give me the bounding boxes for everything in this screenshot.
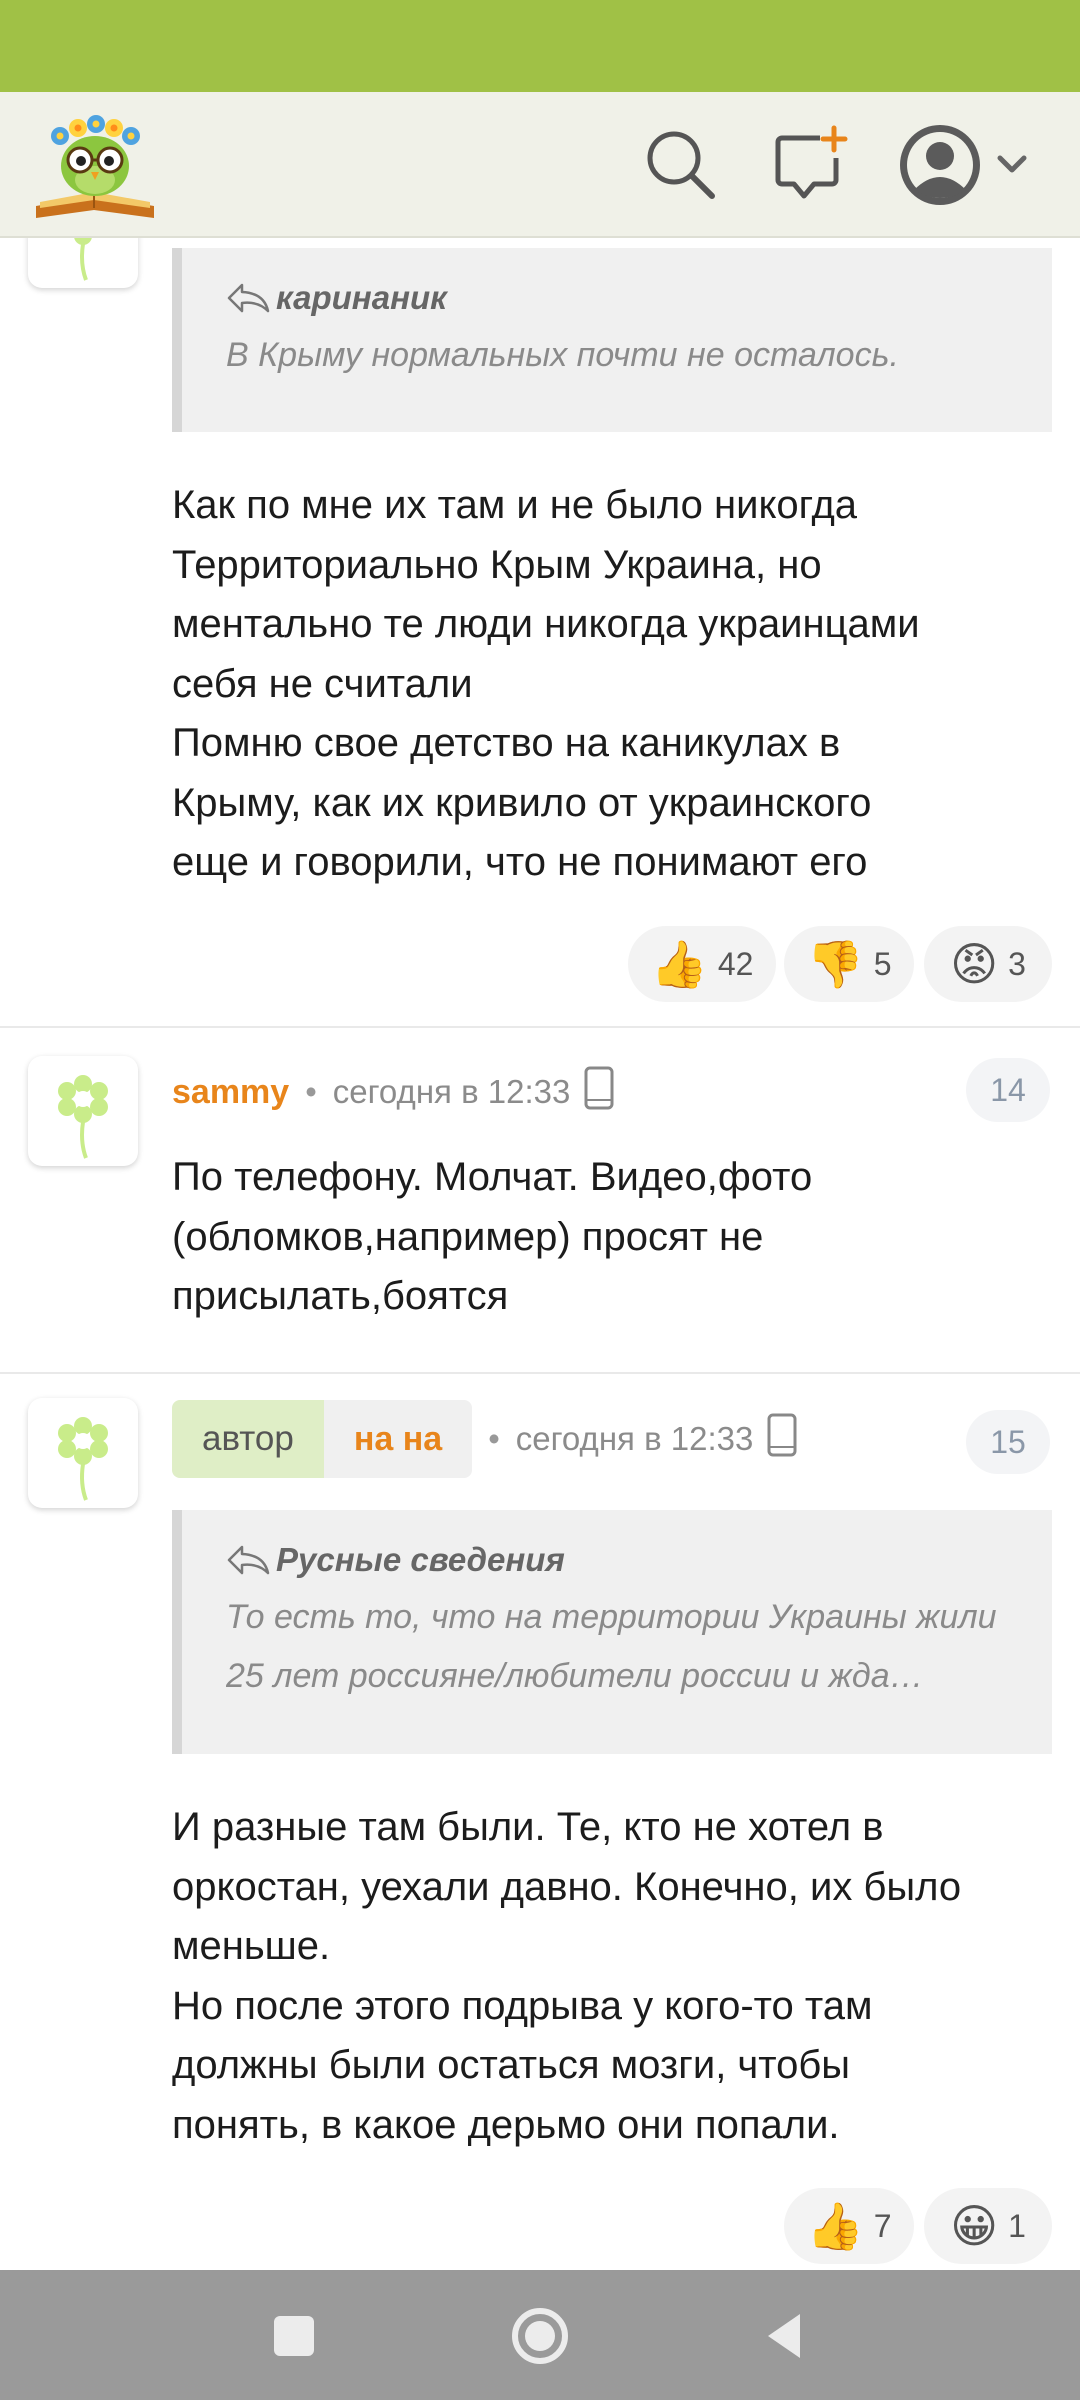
comments-feed[interactable]: каринаник В Крыму нормальных почти не ос… — [0, 238, 1080, 2270]
author-badge[interactable]: автор на на — [172, 1400, 473, 1478]
comment-meta: автор на на • сегодня в 12:33 — [172, 1400, 797, 1478]
profile-menu-button[interactable] — [898, 120, 1038, 210]
quote-author: Русные сведения — [226, 1540, 1052, 1580]
separator-dot: • — [488, 1420, 500, 1457]
author-label: автор — [172, 1400, 324, 1478]
status-bar — [0, 0, 1080, 92]
reply-arrow-icon — [227, 283, 270, 313]
quote-author-name: каринаник — [276, 279, 447, 316]
reaction-count: 5 — [873, 945, 892, 982]
home-button[interactable] — [508, 2304, 572, 2368]
grinning-face-icon: 😀 — [950, 2200, 999, 2252]
comment-time: сегодня в 12:33 — [332, 1073, 571, 1110]
search-icon — [647, 131, 715, 199]
user-avatar-icon — [900, 125, 980, 205]
reply-quote[interactable]: Русные сведения То есть то, что на терри… — [172, 1510, 1052, 1754]
reaction-count: 1 — [1008, 2207, 1026, 2244]
comment-text: По телефону. Молчат. Видео,фото (обломко… — [172, 1155, 813, 1318]
new-post-icon — [775, 125, 848, 199]
reaction-dislike-button[interactable]: 👎 5 — [784, 926, 914, 1002]
comment-time: сегодня в 12:33 — [515, 1420, 754, 1457]
reaction-count: 7 — [873, 2207, 892, 2244]
back-button[interactable] — [754, 2304, 818, 2368]
chevron-down-icon — [997, 155, 1027, 173]
username[interactable]: sammy — [172, 1073, 289, 1112]
reaction-like-button[interactable]: 👍 42 — [628, 926, 776, 1002]
avatar[interactable] — [28, 238, 138, 288]
angry-face-icon: 😡 — [950, 938, 999, 990]
reaction-count: 3 — [1008, 945, 1026, 982]
quote-text: В Крыму нормальных почти не осталось. — [226, 336, 899, 374]
mobile-device-icon — [767, 1413, 797, 1465]
username: на на — [323, 1400, 473, 1478]
recents-button[interactable] — [262, 2304, 326, 2368]
search-button[interactable] — [640, 124, 720, 204]
thumbs-up-icon: 👍 — [650, 938, 708, 990]
comment-number[interactable]: 15 — [966, 1410, 1050, 1474]
divider — [0, 1372, 1080, 1374]
app-header — [0, 92, 1080, 238]
owl-book-logo[interactable] — [30, 108, 160, 222]
quote-text: 25 лет россияне/любители россии и жда… — [226, 1657, 924, 1695]
reaction-count: 42 — [717, 945, 754, 982]
reaction-smile-button[interactable]: 😀 1 — [924, 2188, 1052, 2264]
divider — [0, 1026, 1080, 1028]
triangle-back-icon — [768, 2314, 800, 2358]
comment-text: Как по мне их там и не было никогда Терр… — [172, 483, 920, 884]
quote-author: каринаник — [226, 278, 1052, 318]
quote-text: То есть то, что на территории Украины жи… — [226, 1598, 997, 1636]
mobile-device-icon — [584, 1066, 614, 1118]
comment-text: И разные там были. Те, кто не хотел в ор… — [172, 1805, 962, 2147]
reply-quote[interactable]: каринаник В Крыму нормальных почти не ос… — [172, 248, 1052, 432]
reaction-like-button[interactable]: 👍 7 — [784, 2188, 914, 2264]
thumbs-down-icon: 👎 — [806, 938, 864, 990]
comment-number[interactable]: 14 — [966, 1058, 1050, 1122]
square-icon — [274, 2316, 314, 2356]
separator-dot: • — [305, 1073, 317, 1110]
circle-icon — [512, 2308, 568, 2364]
avatar[interactable] — [28, 1056, 138, 1166]
avatar[interactable] — [28, 1398, 138, 1508]
quote-author-name: Русные сведения — [276, 1541, 565, 1578]
thumbs-up-icon: 👍 — [806, 2200, 864, 2252]
comment-meta: sammy • сегодня в 12:33 — [172, 1062, 614, 1122]
new-post-button[interactable] — [770, 124, 850, 204]
reply-arrow-icon — [227, 1545, 270, 1575]
reaction-angry-button[interactable]: 😡 3 — [924, 926, 1052, 1002]
system-nav-bar — [0, 2270, 1080, 2400]
